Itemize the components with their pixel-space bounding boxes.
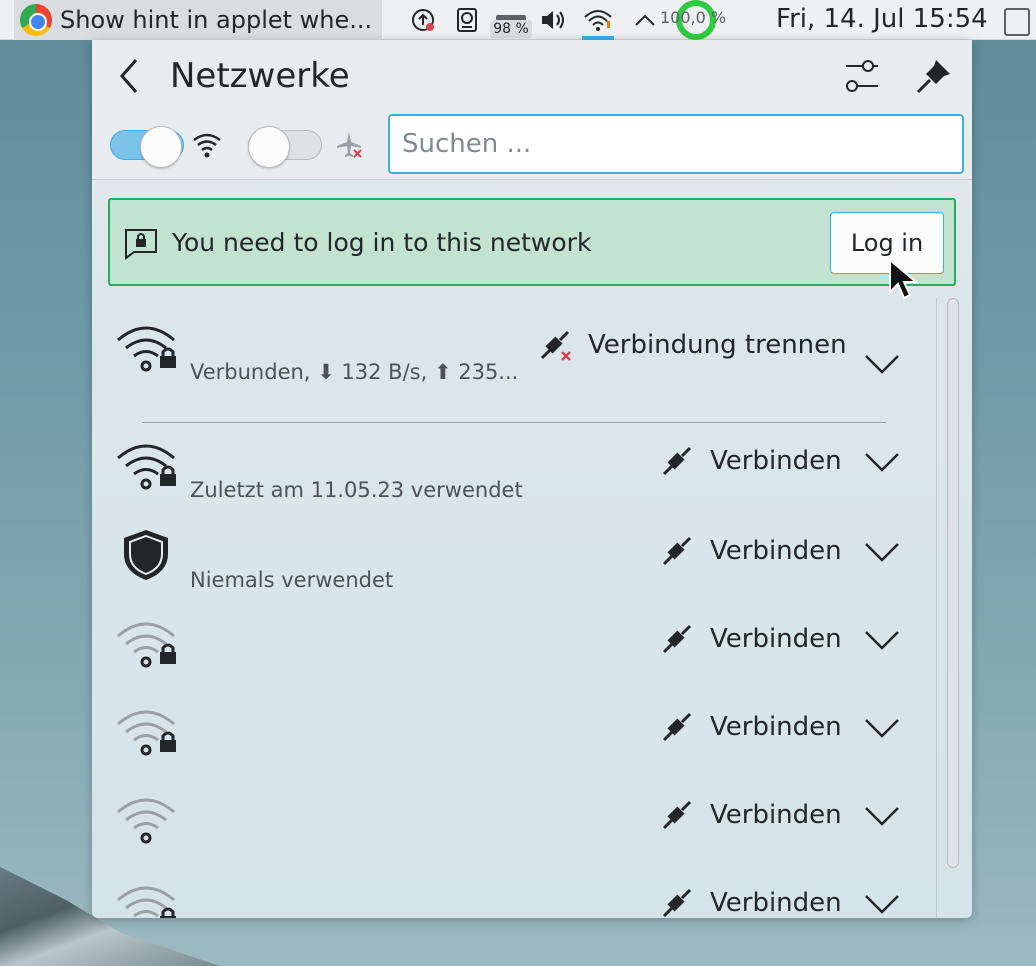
update-icon[interactable]	[408, 0, 438, 40]
configure-button[interactable]	[842, 54, 882, 98]
network-row[interactable]: Niemals verwendet Verbinden	[92, 526, 932, 606]
network-row[interactable]: Verbinden	[92, 790, 932, 870]
taskbar-item-chrome[interactable]: Show hint in applet whe...	[14, 0, 382, 40]
wifi-secure-weak-icon	[117, 710, 176, 756]
network-tray-icon[interactable]	[582, 0, 614, 40]
disconnect-icon	[540, 330, 571, 361]
connect-label: Verbinden	[710, 446, 842, 476]
connect-icon	[662, 888, 692, 918]
pin-button[interactable]	[914, 56, 954, 96]
network-status: Verbunden, ⬇ 132 B/s, ⬆ 235...	[190, 360, 519, 384]
vpn-shield-icon	[124, 530, 168, 580]
airplane-mode-toggle[interactable]	[248, 124, 322, 168]
wifi-secure-icon	[117, 326, 176, 372]
connect-icon	[662, 800, 692, 830]
expand-tray-icon[interactable]	[632, 0, 658, 40]
connect-button[interactable]: Verbinden	[660, 886, 842, 918]
network-row[interactable]: Verbinden	[92, 878, 932, 918]
battery-percent: 98 %	[490, 20, 532, 38]
chevron-down-icon[interactable]	[864, 352, 900, 376]
task-title: Show hint in applet whe...	[60, 6, 373, 34]
wifi-toggle[interactable]	[110, 124, 184, 168]
captive-portal-hint: You need to log in to this network Log i…	[108, 198, 956, 286]
hint-text: You need to log in to this network	[172, 228, 592, 257]
search-input[interactable]	[388, 114, 964, 174]
wifi-secure-weak-icon	[117, 886, 176, 918]
connect-button[interactable]: Verbinden	[660, 798, 842, 832]
popup-header: Netzwerke	[92, 40, 972, 180]
settings-sliders-icon	[846, 60, 878, 92]
cpu-label: 100,0 %	[660, 8, 727, 27]
chevron-down-icon[interactable]	[864, 540, 900, 564]
connect-label: Verbinden	[710, 536, 842, 566]
connect-icon	[662, 536, 692, 566]
mouse-cursor-icon	[889, 258, 919, 300]
connect-button[interactable]: Verbinden	[660, 710, 842, 744]
wifi-secure-weak-icon	[117, 622, 176, 668]
connect-icon	[662, 624, 692, 654]
network-list: Verbunden, ⬇ 132 B/s, ⬆ 235... Verbindun…	[92, 298, 972, 918]
chevron-down-icon[interactable]	[864, 450, 900, 474]
connect-label: Verbinden	[710, 800, 842, 830]
login-message-icon	[125, 229, 157, 260]
back-arrow-icon	[120, 59, 138, 93]
wifi-open-weak-icon	[117, 798, 175, 844]
network-row[interactable]: Verbinden	[92, 614, 932, 694]
network-applet-popup: Netzwerke Suchen ... You need to log in …	[92, 40, 972, 918]
network-row-connected[interactable]: Verbunden, ⬇ 132 B/s, ⬆ 235... Verbindun…	[92, 318, 932, 423]
connect-icon	[662, 712, 692, 742]
network-status: Niemals verwendet	[190, 568, 394, 592]
connect-button[interactable]: Verbinden	[660, 622, 842, 656]
page-title: Netzwerke	[170, 56, 350, 96]
airplane-mode-icon	[337, 132, 362, 158]
disconnect-label: Verbindung trennen	[588, 330, 847, 360]
connect-button[interactable]: Verbinden	[660, 444, 842, 478]
volume-icon[interactable]	[538, 0, 568, 40]
chevron-down-icon[interactable]	[864, 716, 900, 740]
top-panel: Show hint in applet whe... 98 % 100,0 % …	[0, 0, 1036, 40]
disconnect-button[interactable]: Verbindung trennen	[538, 328, 847, 362]
chrome-icon	[20, 4, 52, 36]
back-button[interactable]	[112, 56, 148, 96]
chevron-down-icon[interactable]	[864, 628, 900, 652]
connect-label: Verbinden	[710, 624, 842, 654]
network-row[interactable]: Zuletzt am 11.05.23 verwendet Verbinden	[92, 436, 932, 516]
airplane-toggle-knob	[248, 126, 290, 168]
connect-label: Verbinden	[710, 712, 842, 742]
connect-label: Verbinden	[710, 888, 842, 918]
separator	[142, 422, 886, 423]
network-status: Zuletzt am 11.05.23 verwendet	[190, 478, 523, 502]
disk-icon[interactable]	[452, 0, 482, 40]
show-desktop-button[interactable]	[1004, 8, 1030, 36]
scrollbar[interactable]	[936, 298, 972, 918]
connect-button[interactable]: Verbinden	[660, 534, 842, 568]
clock[interactable]: Fri, 14. Jul 15:54	[776, 4, 988, 34]
scrollbar-thumb[interactable]	[947, 298, 959, 868]
wifi-secure-icon	[117, 444, 176, 490]
pin-icon	[916, 60, 950, 94]
chevron-down-icon[interactable]	[864, 804, 900, 828]
log-in-button[interactable]: Log in	[830, 212, 944, 274]
wifi-toggle-knob	[140, 126, 182, 168]
wifi-icon	[193, 133, 221, 158]
connect-icon	[662, 446, 692, 476]
chevron-down-icon[interactable]	[864, 892, 900, 916]
network-row[interactable]: Verbinden	[92, 702, 932, 782]
